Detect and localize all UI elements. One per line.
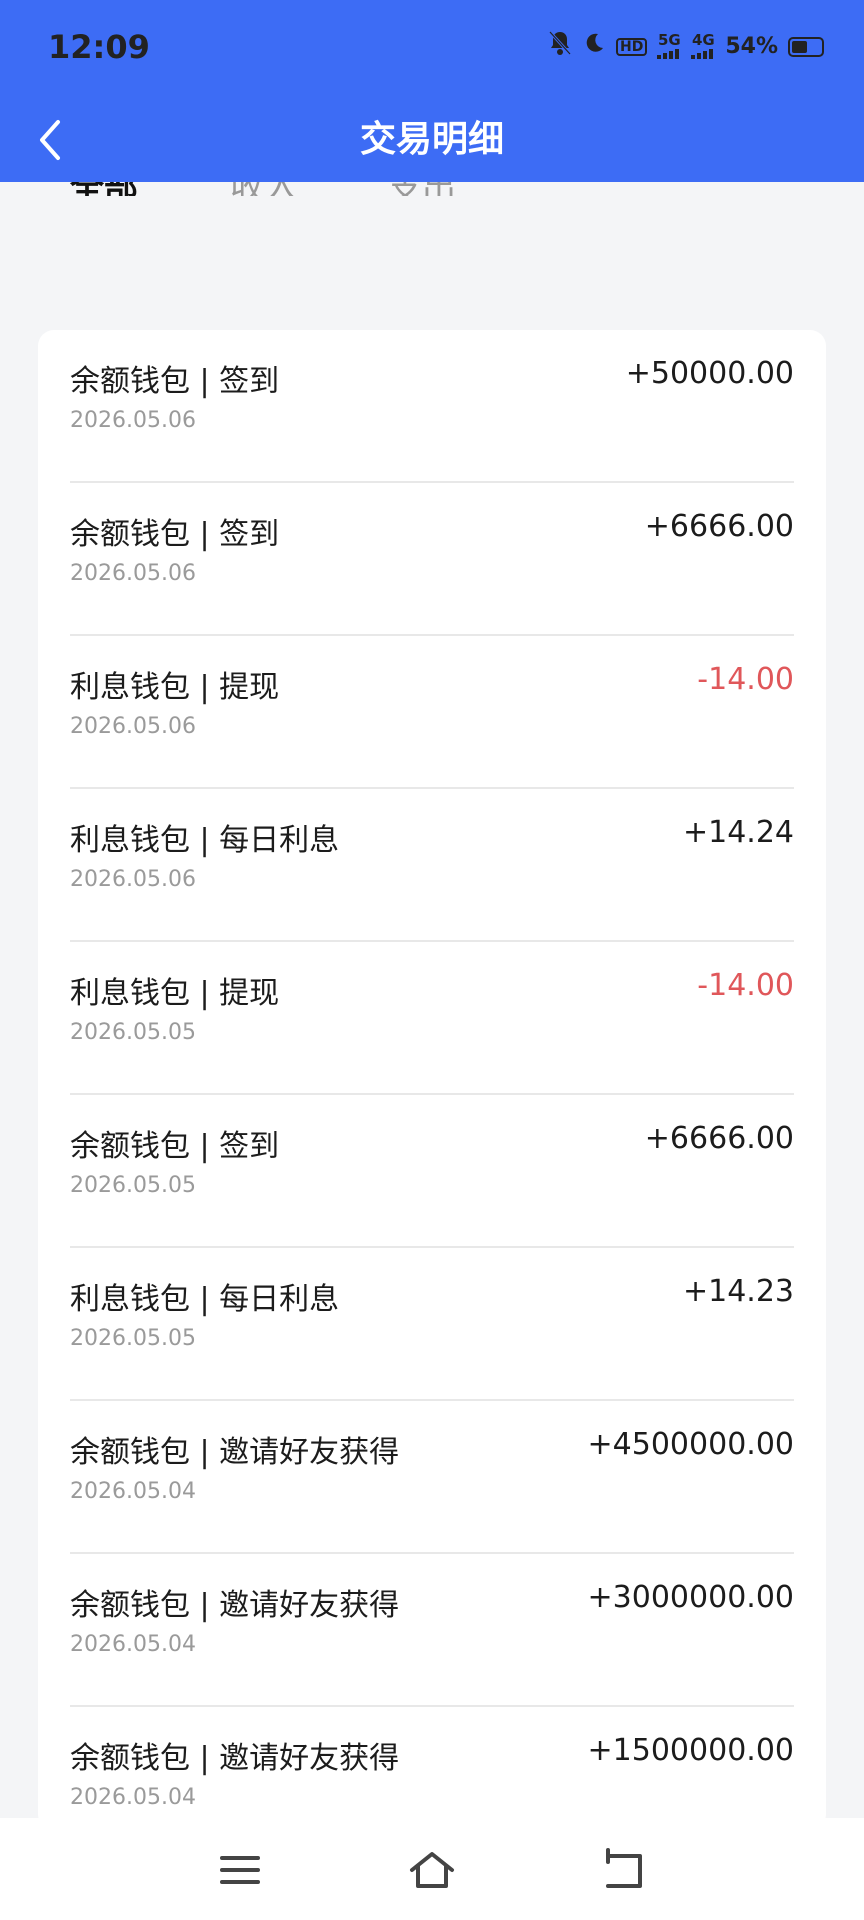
status-icons: HD 5G 4G 54%: [548, 30, 824, 63]
transaction-title: 利息钱包 | 提现: [70, 976, 280, 1011]
return-button[interactable]: [600, 1848, 648, 1892]
transaction-title: 余额钱包 | 邀请好友获得: [70, 1741, 400, 1776]
transaction-date: 2026.05.06: [70, 714, 196, 739]
battery-icon: [788, 36, 824, 57]
mute-bell-icon: [548, 30, 572, 63]
transaction-title: 利息钱包 | 每日利息: [70, 823, 340, 858]
transaction-amount: -14.00: [697, 968, 794, 1003]
transaction-amount: +14.24: [682, 815, 794, 850]
transaction-date: 2026.05.06: [70, 408, 196, 433]
transaction-title: 利息钱包 | 每日利息: [70, 1282, 340, 1317]
return-icon: [606, 1848, 642, 1888]
signal-5g-label: 5G: [657, 30, 681, 49]
transaction-row[interactable]: 余额钱包 | 邀请好友获得 2026.05.04 +3000000.00: [70, 1554, 794, 1707]
transaction-date: 2026.05.04: [70, 1632, 196, 1657]
transaction-row[interactable]: 余额钱包 | 签到 2026.05.06 +6666.00: [70, 483, 794, 636]
filter-tabs: 全部 收入 支出: [0, 182, 864, 196]
transaction-amount: +4500000.00: [587, 1427, 794, 1462]
transaction-amount: +3000000.00: [587, 1580, 794, 1615]
menu-button[interactable]: [216, 1848, 264, 1892]
transaction-date: 2026.05.05: [70, 1326, 196, 1351]
status-bar: 12:09 HD 5G 4G 54%: [0, 0, 864, 98]
transaction-amount: +6666.00: [644, 1121, 794, 1156]
transaction-date: 2026.05.06: [70, 561, 196, 586]
transaction-title: 余额钱包 | 签到: [70, 364, 280, 399]
transaction-amount: +1500000.00: [587, 1733, 794, 1768]
transaction-row[interactable]: 利息钱包 | 提现 2026.05.05 -14.00: [70, 942, 794, 1095]
page-title: 交易明细: [359, 119, 504, 160]
transaction-title: 余额钱包 | 邀请好友获得: [70, 1588, 400, 1623]
transaction-row[interactable]: 利息钱包 | 每日利息 2026.05.05 +14.23: [70, 1248, 794, 1401]
transaction-title: 余额钱包 | 签到: [70, 517, 280, 552]
hd-icon: HD: [615, 37, 648, 56]
system-nav-bar: [0, 1818, 864, 1920]
transaction-date: 2026.05.05: [70, 1173, 196, 1198]
transaction-row[interactable]: 余额钱包 | 邀请好友获得 2026.05.04 +4500000.00: [70, 1401, 794, 1554]
signal-4g-label: 4G: [691, 30, 715, 49]
transaction-list: 余额钱包 | 签到 2026.05.06 +50000.00 余额钱包 | 签到…: [38, 330, 826, 1830]
signal-4g-icon: 4G: [691, 30, 715, 61]
transaction-row[interactable]: 余额钱包 | 签到 2026.05.06 +50000.00: [70, 330, 794, 483]
home-icon: [410, 1852, 454, 1888]
menu-icon: [220, 1856, 260, 1884]
signal-5g-icon: 5G: [657, 30, 681, 61]
transaction-title: 余额钱包 | 邀请好友获得: [70, 1435, 400, 1470]
tab-income[interactable]: 收入: [230, 182, 298, 196]
transaction-amount: +6666.00: [644, 509, 794, 544]
nav-bar: 交易明细: [0, 98, 864, 182]
transaction-amount: -14.00: [697, 662, 794, 697]
transaction-date: 2026.05.04: [70, 1479, 196, 1504]
transaction-row[interactable]: 利息钱包 | 提现 2026.05.06 -14.00: [70, 636, 794, 789]
transaction-row[interactable]: 利息钱包 | 每日利息 2026.05.06 +14.24: [70, 789, 794, 942]
transaction-row[interactable]: 余额钱包 | 邀请好友获得 2026.05.04 +1500000.00: [70, 1707, 794, 1830]
battery-fill: [792, 40, 808, 53]
transaction-date: 2026.05.04: [70, 1785, 196, 1810]
battery-percent: 54%: [725, 34, 778, 59]
transaction-date: 2026.05.05: [70, 1020, 196, 1045]
moon-icon: [582, 31, 606, 62]
transaction-date: 2026.05.06: [70, 867, 196, 892]
transaction-amount: +50000.00: [625, 356, 794, 391]
transaction-title: 利息钱包 | 提现: [70, 670, 280, 705]
transaction-row[interactable]: 余额钱包 | 签到 2026.05.05 +6666.00: [70, 1095, 794, 1248]
status-time: 12:09: [48, 28, 150, 66]
tab-all[interactable]: 全部: [70, 182, 138, 196]
transaction-title: 余额钱包 | 签到: [70, 1129, 280, 1164]
home-button[interactable]: [408, 1848, 456, 1892]
transaction-amount: +14.23: [682, 1274, 794, 1309]
tab-expense[interactable]: 支出: [388, 182, 456, 196]
